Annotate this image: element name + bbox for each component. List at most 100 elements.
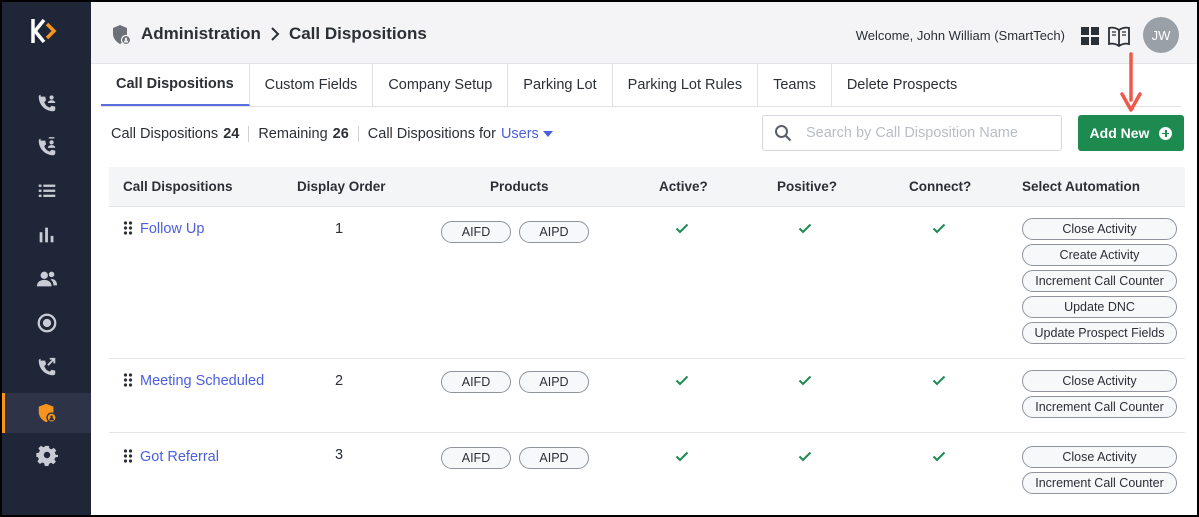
apps-grid-icon[interactable] (1081, 27, 1099, 45)
dispositions-for: Call Dispositions for Users (359, 126, 562, 142)
column-header: Products (490, 179, 549, 194)
avatar[interactable]: JW (1143, 17, 1179, 53)
automation-chip[interactable]: Increment Call Counter (1022, 270, 1177, 292)
column-header: Display Order (297, 179, 386, 194)
add-new-label: Add New (1089, 125, 1150, 141)
breadcrumb-administration[interactable]: Administration (141, 24, 261, 44)
call-transfer-icon (38, 357, 55, 376)
app-window: Administration Call Dispositions Welcome… (2, 2, 1197, 515)
product-chip: AIPD (519, 447, 589, 469)
product-chip: AIPD (519, 371, 589, 393)
users-icon (36, 271, 57, 287)
count-value: 24 (223, 126, 240, 142)
sidebar-item-contacts[interactable] (2, 259, 91, 299)
welcome-user: Welcome, John William (855, 28, 991, 43)
automation-chip[interactable]: Create Activity (1022, 244, 1177, 266)
positive-check-icon (798, 451, 812, 462)
annotation-arrow-icon (1120, 52, 1142, 112)
search-input[interactable] (806, 125, 1046, 141)
caret-down-icon (542, 131, 553, 137)
product-chip: AIFD (441, 447, 511, 469)
tab-delete-prospects[interactable]: Delete Prospects (832, 64, 972, 106)
outgoing-calls-icon (38, 137, 55, 156)
disposition-name-link[interactable]: Got Referral (140, 449, 219, 465)
column-header: Positive? (777, 179, 838, 194)
book-help-icon[interactable] (1107, 25, 1131, 47)
sidebar-item-recordings[interactable] (2, 303, 91, 343)
table-row: Got Referral 3 AIFD AIPD Close Activity … (109, 433, 1185, 515)
admin-shield-icon (113, 25, 131, 46)
display-order: 1 (335, 221, 344, 237)
sidebar-item-incoming-calls[interactable] (2, 83, 91, 123)
tab-custom-fields[interactable]: Custom Fields (250, 64, 374, 106)
drag-handle-icon[interactable] (123, 373, 133, 387)
disposition-name-link[interactable]: Meeting Scheduled (140, 373, 264, 389)
column-header: Call Dispositions (123, 179, 233, 194)
sidebar-item-outgoing-calls[interactable] (2, 127, 91, 167)
active-check-icon (675, 451, 689, 462)
positive-check-icon (798, 223, 812, 234)
table-row: Follow Up 1 AIFD AIPD Close Activity Cre… (109, 207, 1185, 359)
page-header: Administration Call Dispositions Welcome… (91, 2, 1197, 64)
remaining-label: Remaining (258, 126, 328, 142)
automation-chip[interactable]: Close Activity (1022, 218, 1177, 240)
drag-handle-icon[interactable] (123, 449, 133, 463)
kixie-logo-icon (31, 18, 57, 44)
sidebar (2, 2, 91, 515)
list-icon (38, 184, 55, 197)
remaining-value: 26 (332, 126, 349, 142)
automation-chip[interactable]: Increment Call Counter (1022, 396, 1177, 418)
table-header: Call Dispositions Display Order Products… (109, 167, 1185, 207)
tab-parking-lot-rules[interactable]: Parking Lot Rules (613, 64, 759, 106)
automation-chip[interactable]: Update Prospect Fields (1022, 322, 1177, 344)
sidebar-item-call-routing[interactable] (2, 347, 91, 387)
automation-chip[interactable]: Close Activity (1022, 446, 1177, 468)
product-chip: AIFD (441, 221, 511, 243)
tab-parking-lot[interactable]: Parking Lot (508, 64, 613, 106)
display-order: 2 (335, 373, 344, 389)
admin-tabs: Call Dispositions Custom Fields Company … (101, 64, 1181, 107)
dispositions-for-value: Users (500, 126, 539, 142)
automation-chip[interactable]: Update DNC (1022, 296, 1177, 318)
remaining-stat: Remaining 26 (249, 126, 359, 142)
active-check-icon (675, 375, 689, 386)
tab-company-setup[interactable]: Company Setup (373, 64, 509, 106)
sidebar-item-lists[interactable] (2, 171, 91, 211)
column-header: Active? (659, 179, 708, 194)
connect-check-icon (932, 451, 946, 462)
drag-handle-icon[interactable] (123, 221, 133, 235)
disposition-stats: Call Dispositions 24 Remaining 26 Call D… (111, 124, 562, 144)
breadcrumb-call-dispositions: Call Dispositions (288, 24, 427, 43)
positive-check-icon (798, 375, 812, 386)
add-new-button[interactable]: Add New (1078, 115, 1184, 151)
table-row: Meeting Scheduled 2 AIFD AIPD Close Acti… (109, 359, 1185, 433)
count-stat: Call Dispositions 24 (111, 126, 250, 142)
connect-check-icon (932, 375, 946, 386)
record-icon (37, 313, 56, 333)
count-label: Call Dispositions (111, 126, 219, 142)
tab-call-dispositions[interactable]: Call Dispositions (101, 64, 250, 106)
dispositions-for-label: Call Dispositions for (367, 126, 496, 142)
column-header: Select Automation (1022, 179, 1141, 194)
tab-teams[interactable]: Teams (758, 64, 832, 106)
settings-gear-icon (35, 445, 58, 466)
search-icon (775, 125, 792, 142)
automation-chip[interactable]: Close Activity (1022, 370, 1177, 392)
connect-check-icon (932, 223, 946, 234)
dispositions-for-dropdown[interactable]: Users (501, 126, 553, 142)
plus-circle-icon (1159, 126, 1173, 140)
disposition-name-link[interactable]: Follow Up (140, 221, 204, 237)
sidebar-item-reports[interactable] (2, 215, 91, 255)
welcome-org: (SmartTech) (994, 28, 1065, 43)
sidebar-item-administration[interactable] (2, 393, 91, 433)
product-chip: AIPD (519, 221, 589, 243)
active-check-icon (675, 223, 689, 234)
sidebar-item-settings[interactable] (2, 435, 91, 475)
product-chip: AIFD (441, 371, 511, 393)
bar-chart-icon (39, 227, 53, 243)
column-header: Connect? (909, 179, 972, 194)
welcome-text: Welcome, John William (SmartTech) (856, 28, 1065, 43)
breadcrumb: Administration Call Dispositions (141, 24, 427, 44)
search-box (762, 115, 1062, 151)
automation-chip[interactable]: Increment Call Counter (1022, 472, 1177, 494)
